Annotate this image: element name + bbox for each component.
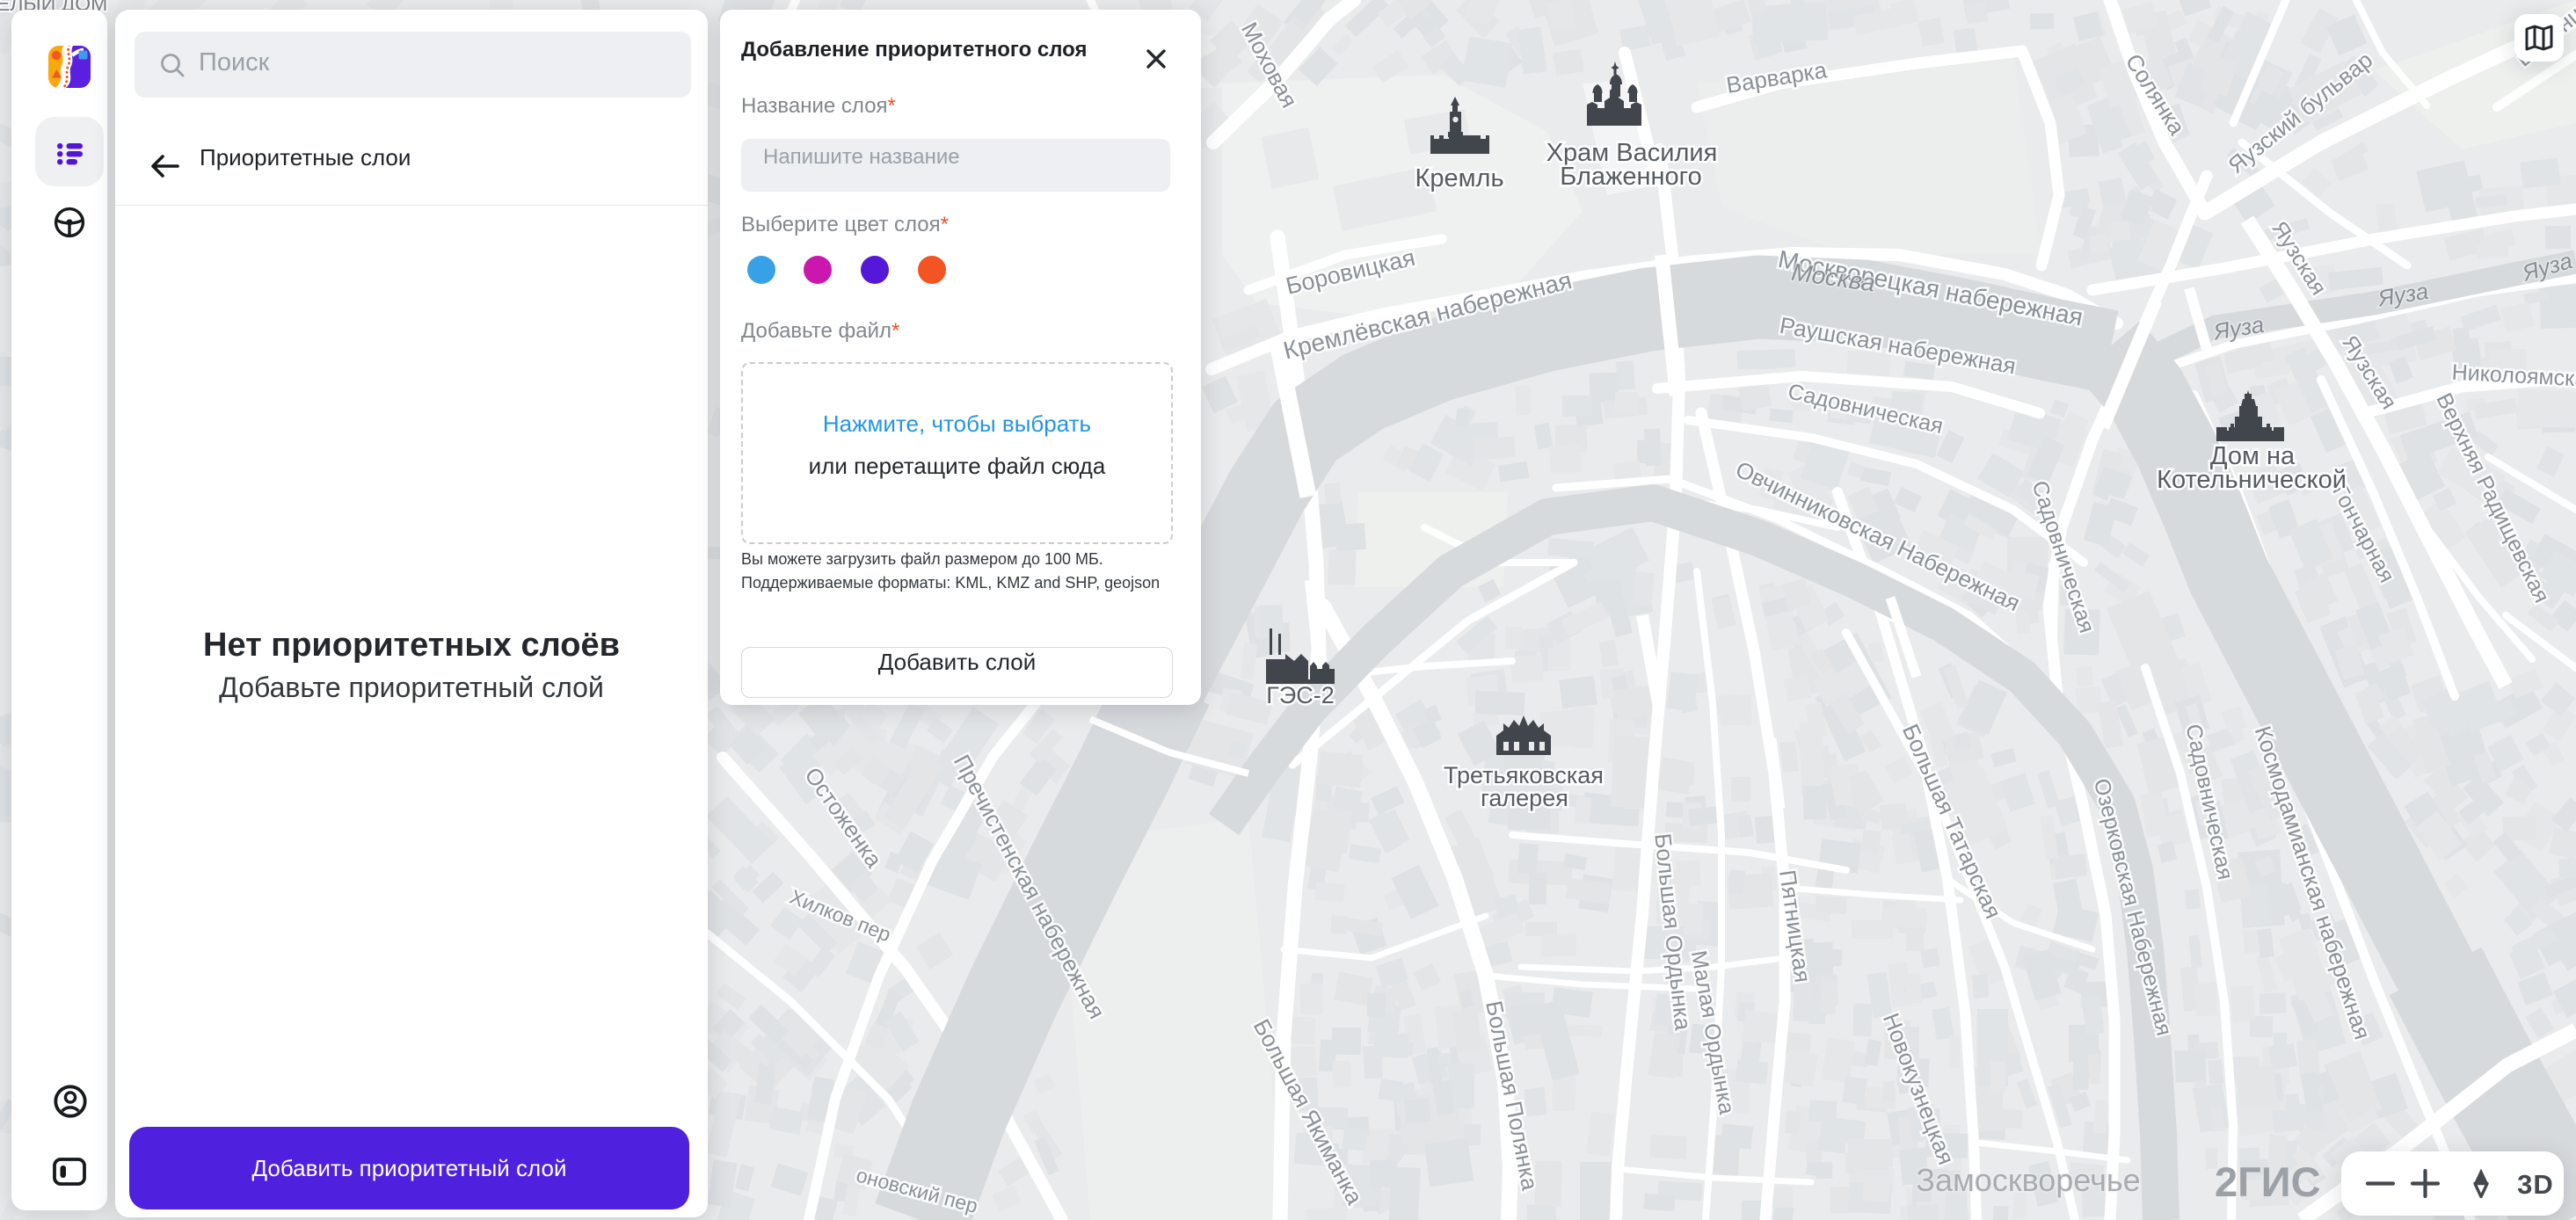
svg-text:3D: 3D [2517, 1169, 2554, 1200]
svg-text:Котельнической: Котельнической [2157, 466, 2347, 494]
svg-text:Блаженного: Блаженного [1560, 163, 1702, 191]
svg-text:Замоскворечье: Замоскворечье [1916, 1162, 2140, 1198]
svg-text:ГЭС-2: ГЭС-2 [1266, 682, 1335, 708]
svg-text:Кремль: Кремль [1415, 164, 1503, 192]
svg-text:галерея: галерея [1481, 785, 1568, 811]
